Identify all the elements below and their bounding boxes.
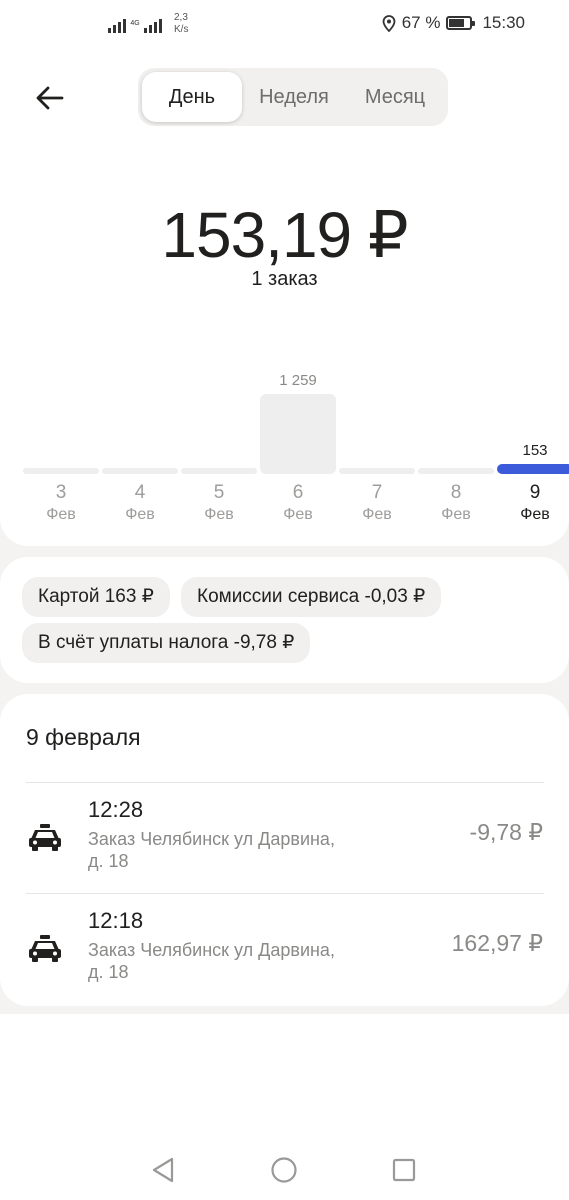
chip-card-payment[interactable]: Картой 163 ₽ (22, 577, 170, 617)
transaction-time: 12:18 (88, 908, 144, 933)
chart-day-label: 7 (371, 482, 383, 503)
circle-home-icon (271, 1157, 297, 1183)
chart-bar (23, 468, 99, 474)
chart-column[interactable]: 5 Фев (179, 368, 259, 538)
arrow-left-icon (36, 86, 64, 110)
chart-month-label: Фев (125, 506, 155, 523)
chart-column[interactable]: 3 Фев (21, 368, 101, 538)
orders-count: 1 заказ (251, 268, 318, 290)
chip-tax-payment[interactable]: В счёт уплаты налога -9,78 ₽ (22, 623, 311, 663)
chart-day-label: 6 (292, 482, 304, 503)
transaction-time: 12:28 (88, 797, 144, 822)
chart-day-label: 9 (529, 482, 541, 503)
clock: 15:30 (482, 13, 525, 32)
transactions-card: 9 февраля 12:28 Заказ Челябинск ул Дарви… (0, 694, 569, 1006)
nav-back-button[interactable] (143, 1150, 183, 1190)
system-nav-bar (0, 1014, 569, 1200)
triangle-back-icon (152, 1157, 174, 1183)
chart-bar (418, 468, 494, 474)
chart-bar (102, 468, 178, 474)
period-switcher: День Неделя Месяц (138, 68, 448, 126)
transaction-description: Заказ Челябинск ул Дарвина, д. 18 (88, 829, 335, 871)
chip-service-commission[interactable]: Комиссии сервиса -0,03 ₽ (181, 577, 442, 617)
chart-day-label: 4 (134, 482, 146, 503)
tab-month[interactable]: Месяц (346, 68, 444, 126)
chart-day-label: 8 (450, 482, 462, 503)
location-pin-icon (382, 14, 396, 32)
transaction-amount: 162,97 ₽ (451, 930, 543, 956)
network-indicators: 4G 2,3 K/s (108, 12, 188, 36)
chart-month-label: Фев (441, 506, 471, 523)
signal-strength-icon (108, 15, 126, 33)
back-button[interactable] (28, 78, 72, 118)
chart-column[interactable]: 7 Фев (337, 368, 417, 538)
nav-home-button[interactable] (264, 1150, 304, 1190)
chart-month-label: Фев (204, 506, 234, 523)
chart-month-label: Фев (46, 506, 76, 523)
chart-month-label: Фев (520, 506, 550, 523)
tab-day[interactable]: День (142, 72, 242, 122)
chart-column[interactable]: 8 Фев (416, 368, 496, 538)
tab-week[interactable]: Неделя (244, 68, 344, 126)
battery-percent: 67 % (401, 13, 441, 32)
chart-day-label: 3 (55, 482, 67, 503)
chart-value-label: 153 (522, 442, 548, 459)
status-right: 67 % 15:30 (382, 13, 525, 33)
taxi-car-icon (29, 824, 61, 851)
square-recents-icon (392, 1158, 416, 1182)
transaction-description: Заказ Челябинск ул Дарвина, д. 18 (88, 940, 335, 982)
battery-icon (446, 16, 476, 30)
chart-column[interactable]: 153 9 Фев (495, 368, 569, 538)
signal-strength-icon-2 (144, 15, 162, 33)
transactions-date-title: 9 февраля (26, 724, 141, 750)
chart-bar (339, 468, 415, 474)
status-bar: 4G 2,3 K/s 67 % 15:30 (0, 0, 569, 48)
chart-bar (260, 394, 336, 474)
earnings-bar-chart: 3 Фев 4 Фев 5 Фев 1 259 6 Фев 7 Фев 8 Фев 153 9 Фев (0, 368, 569, 538)
chart-day-label: 5 (213, 482, 225, 503)
chart-column[interactable]: 4 Фев (100, 368, 180, 538)
breakdown-card: Картой 163 ₽ Комиссии сервиса -0,03 ₽ В … (0, 557, 569, 683)
chart-value-label: 1 259 (279, 372, 317, 389)
chart-bar (497, 464, 569, 474)
total-amount: 153,19 ₽ (161, 199, 408, 271)
chart-month-label: Фев (362, 506, 392, 523)
nav-recents-button[interactable] (384, 1150, 424, 1190)
transaction-row[interactable]: 12:28 Заказ Челябинск ул Дарвина, д. 18 … (0, 783, 569, 893)
chart-bar (181, 468, 257, 474)
taxi-car-icon (29, 935, 61, 962)
summary-card: День Неделя Месяц 153,19 ₽ 1 заказ 3 Фев 4… (0, 48, 569, 546)
transaction-amount: -9,78 ₽ (469, 819, 543, 845)
transaction-row[interactable]: 12:18 Заказ Челябинск ул Дарвина, д. 18 … (0, 894, 569, 1004)
network-type-label: 4G (130, 20, 140, 27)
network-speed: 2,3 K/s (174, 12, 189, 35)
chart-month-label: Фев (283, 506, 313, 523)
chart-column[interactable]: 1 259 6 Фев (258, 368, 338, 538)
